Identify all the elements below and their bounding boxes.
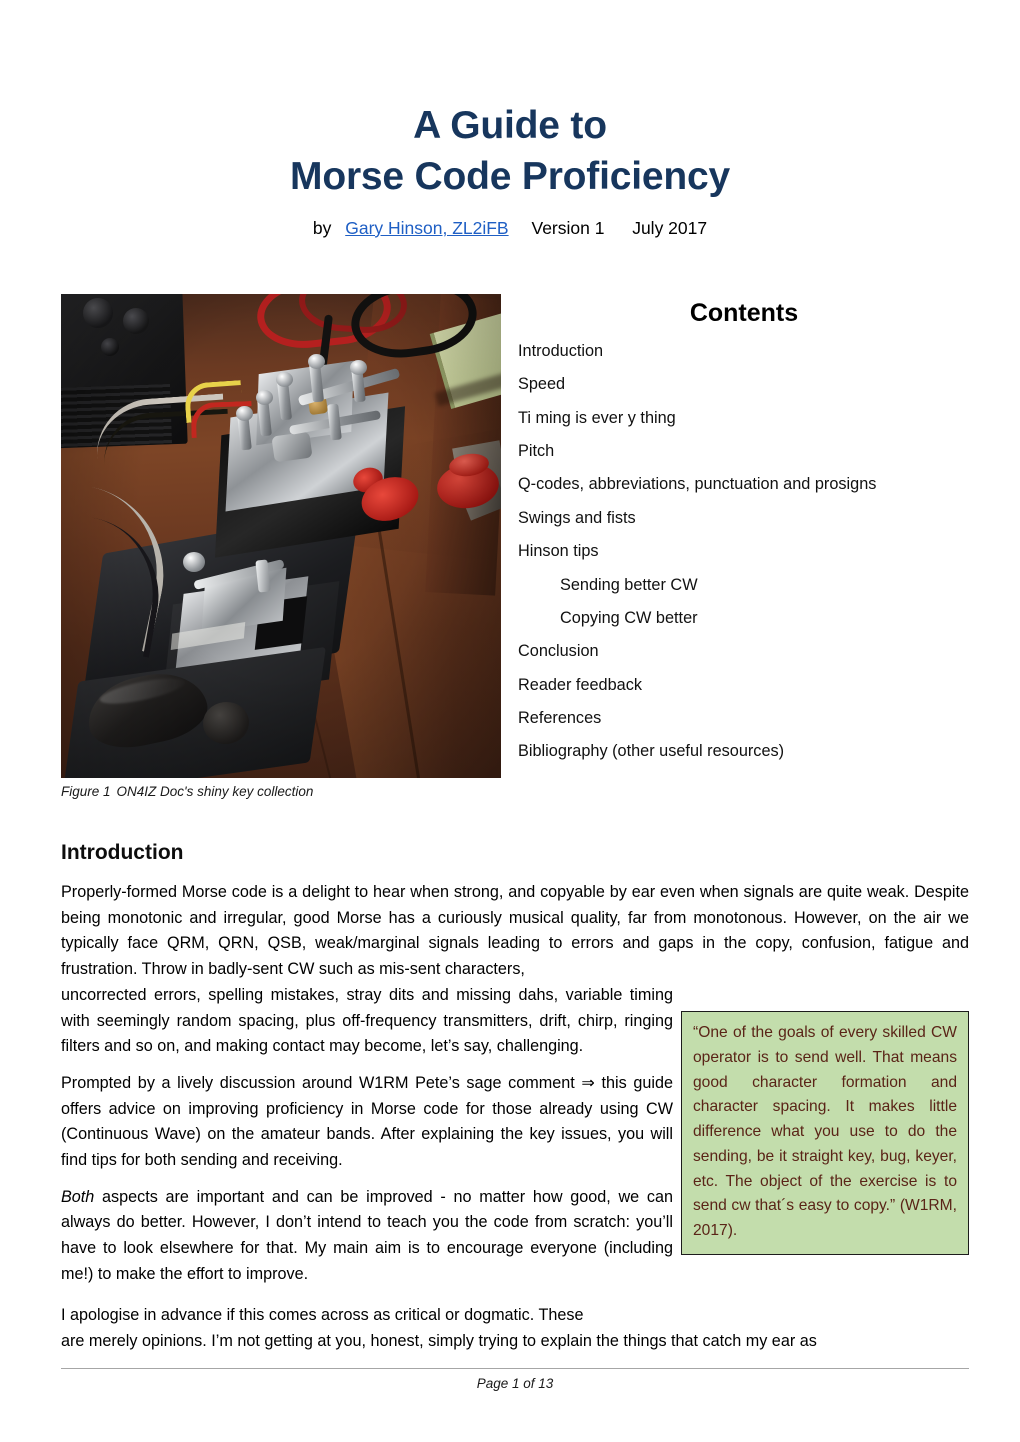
toc-item-copying-cw-better[interactable]: Copying CW better xyxy=(518,608,970,628)
intro-paragraph-4-line-1: I apologise in advance if this comes acr… xyxy=(61,1306,584,1324)
intro-paragraph-3-lead: Both xyxy=(61,1187,95,1206)
toc-item-speed[interactable]: Speed xyxy=(518,374,970,394)
intro-paragraph-4: I apologise in advance if this comes acr… xyxy=(61,1303,969,1354)
morse-key-collection-photo xyxy=(61,294,501,778)
intro-paragraph-3-rest: aspects are important and can be improve… xyxy=(61,1187,673,1283)
photo-vignette xyxy=(61,294,501,778)
figure-caption-label: Figure 1 xyxy=(61,784,111,799)
toc-item-swings-and-fists[interactable]: Swings and fists xyxy=(518,508,970,528)
document-page: A Guide to Morse Code Proficiency by Gar… xyxy=(0,0,1020,1442)
contents-heading: Contents xyxy=(689,299,799,327)
intro-paragraph-1-narrow: uncorrected errors, spelling mistakes, s… xyxy=(61,986,673,1056)
toc-item-conclusion[interactable]: Conclusion xyxy=(518,641,970,661)
author-link[interactable]: Gary Hinson, ZL2iFB xyxy=(345,218,508,238)
intro-paragraph-1-wide: Properly-formed Morse code is a delight … xyxy=(61,883,969,979)
figure-caption-text: ON4IZ Doc's shiny key collection xyxy=(116,784,314,799)
toc-item-introduction[interactable]: Introduction xyxy=(518,341,970,361)
intro-paragraph-2: Prompted by a lively discussion around W… xyxy=(61,1074,673,1170)
title-block: A Guide to Morse Code Proficiency by Gar… xyxy=(0,100,1020,240)
version-label: Version 1 xyxy=(531,217,605,238)
intro-paragraph-4-line-2: are merely opinions. I’m not getting at … xyxy=(61,1331,817,1350)
contents-panel: Contents Introduction Speed Ti ming is e… xyxy=(518,298,970,762)
date-label: July 2017 xyxy=(632,217,708,238)
intro-narrow-column: uncorrected errors, spelling mistakes, s… xyxy=(61,983,673,1287)
section-heading-introduction: Introduction xyxy=(61,841,184,864)
toc-item-bibliography[interactable]: Bibliography (other useful resources) xyxy=(518,741,970,761)
figure-caption: Figure 1 ON4IZ Doc's shiny key collection xyxy=(61,783,501,801)
toc-item-references[interactable]: References xyxy=(518,708,970,728)
byline-prefix: by xyxy=(312,217,332,238)
toc-item-reader-feedback[interactable]: Reader feedback xyxy=(518,675,970,695)
quote-callout: “One of the goals of every skilled CW op… xyxy=(681,1011,969,1256)
document-title-line-2: Morse Code Proficiency xyxy=(290,155,730,199)
footer-page-number: Page 1 of 13 xyxy=(476,1376,554,1391)
document-title-line-1: A Guide to xyxy=(413,104,607,147)
toc-item-sending-better-cw[interactable]: Sending better CW xyxy=(518,575,970,595)
toc-item-pitch[interactable]: Pitch xyxy=(518,441,970,461)
toc-item-timing-is-everything[interactable]: Ti ming is ever y thing xyxy=(518,408,970,428)
intro-paragraph-3: Both aspects are important and can be im… xyxy=(61,1185,673,1288)
footer-divider xyxy=(61,1368,969,1369)
figure-1: Figure 1 ON4IZ Doc's shiny key collection xyxy=(61,294,501,801)
byline: by Gary Hinson, ZL2iFB Version 1 July 20… xyxy=(0,217,1020,240)
toc-item-hinson-tips[interactable]: Hinson tips xyxy=(518,541,970,561)
toc-item-q-codes[interactable]: Q-codes, abbreviations, punctuation and … xyxy=(518,474,970,494)
